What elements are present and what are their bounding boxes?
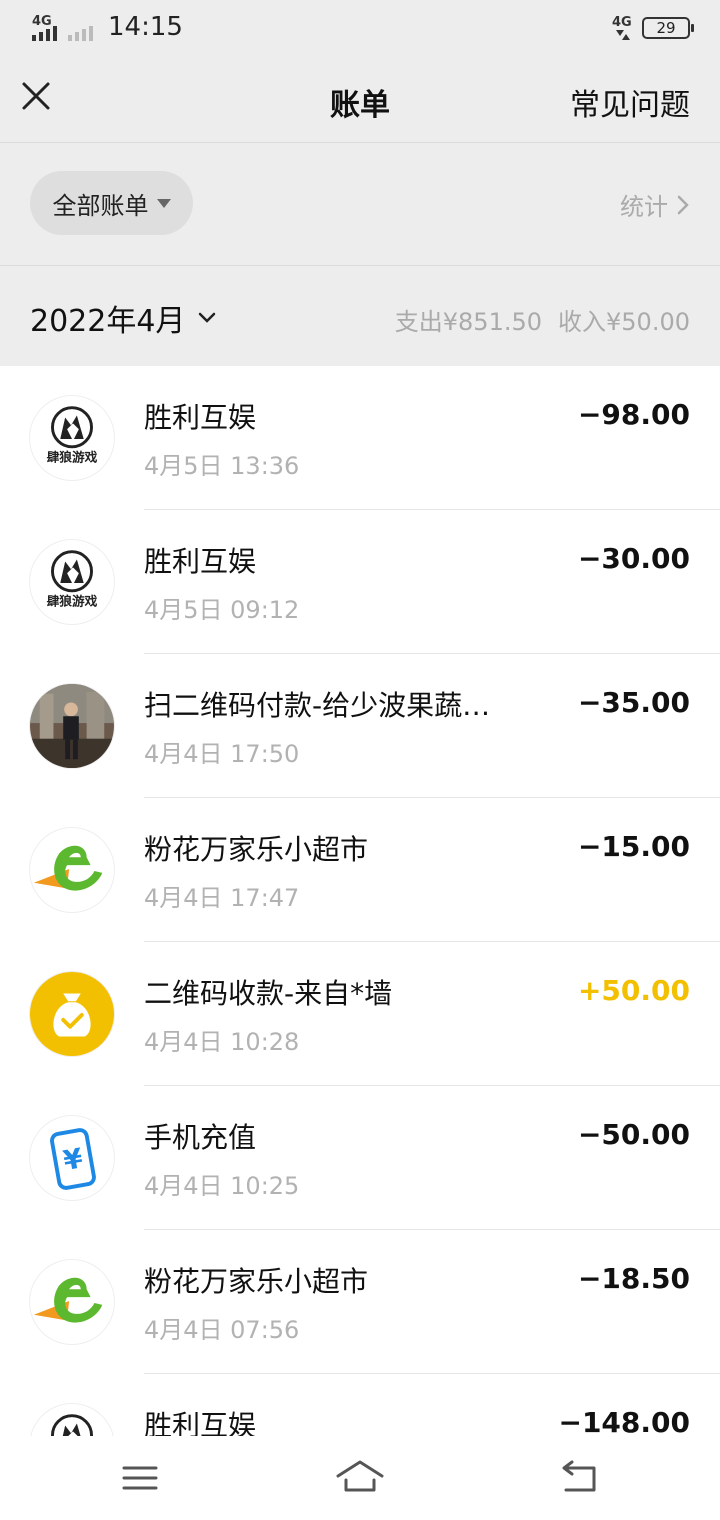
status-time: 14:15 (108, 12, 183, 42)
back-icon (562, 1460, 596, 1492)
transaction-amount: +50.00 (577, 974, 690, 1007)
transaction-amount: −98.00 (577, 398, 690, 431)
transaction-row[interactable]: 肆狼游戏 胜利互娱 −148.00 (0, 1374, 720, 1436)
bill-filter-dropdown[interactable]: 全部账单 (30, 171, 193, 235)
home-icon (336, 1460, 384, 1492)
menu-button[interactable] (116, 1456, 164, 1500)
transaction-time: 4月5日 09:12 (144, 596, 300, 624)
transaction-row[interactable]: ¥ 手机充值 4月4日 10:25 −50.00 (0, 1086, 720, 1230)
wolf-game-icon-text: 肆狼游戏 (47, 593, 98, 608)
transaction-amount: −50.00 (577, 1118, 690, 1151)
menu-icon (122, 1466, 158, 1490)
transaction-name: 胜利互娱 (144, 1409, 257, 1436)
title-bar: 账单 常见问题 (0, 56, 720, 143)
filter-label: 全部账单 (52, 191, 149, 220)
transaction-amount: −18.50 (577, 1262, 690, 1295)
caret-down-icon (156, 198, 171, 208)
transaction-name: 扫二维码付款-给少波果蔬… (144, 689, 491, 722)
transaction-time: 4月4日 17:47 (144, 884, 300, 912)
back-button[interactable] (556, 1456, 604, 1500)
month-label: 2022年4月 (30, 304, 186, 339)
transaction-row[interactable]: 粉花万家乐小超市 4月4日 17:47 −15.00 (0, 798, 720, 942)
transaction-name: 手机充值 (144, 1121, 257, 1154)
transaction-name: 二维码收款-来自*墙 (144, 977, 393, 1010)
transaction-row[interactable]: 二维码收款-来自*墙 4月4日 10:28 +50.00 (0, 942, 720, 1086)
expense-total: 支出¥851.50 (394, 308, 543, 336)
transaction-name: 粉花万家乐小超市 (144, 1265, 369, 1298)
transaction-time: 4月4日 10:25 (144, 1172, 300, 1200)
transaction-amount: −30.00 (577, 542, 690, 575)
signal-icon: 4G (32, 14, 93, 41)
transaction-row[interactable]: 肆狼游戏 胜利互娱 4月5日 09:12 −30.00 (0, 510, 720, 654)
chevron-down-icon (199, 312, 216, 323)
network-label-right: 4G (612, 15, 632, 30)
stats-link[interactable]: 统计 (620, 187, 690, 222)
transaction-name: 粉花万家乐小超市 (144, 833, 369, 866)
month-summary-bar: 2022年4月 支出¥851.50 收入¥50.00 (0, 266, 720, 366)
chevron-right-icon (677, 195, 689, 214)
wolf-game-icon: 肆狼游戏 (29, 539, 115, 625)
transaction-amount: −15.00 (577, 830, 690, 863)
transaction-time: 4月4日 10:28 (144, 1028, 300, 1056)
e-store-logo-icon (29, 827, 115, 913)
transaction-time: 4月4日 17:50 (144, 740, 300, 768)
transaction-amount: −35.00 (577, 686, 690, 719)
wolf-game-icon-text: 肆狼游戏 (47, 449, 98, 464)
network-4g-icon: 4G (612, 15, 632, 40)
user-photo-avatar (29, 683, 115, 769)
stats-label: 统计 (620, 193, 668, 221)
faq-link[interactable]: 常见问题 (570, 80, 690, 124)
month-summary: 支出¥851.50 收入¥50.00 (395, 302, 690, 337)
transaction-row[interactable]: 肆狼游戏 胜利互娱 4月5日 13:36 −98.00 (0, 366, 720, 510)
home-button[interactable] (336, 1456, 384, 1500)
wolf-game-icon: 肆狼游戏 (29, 1403, 115, 1436)
status-bar: 4G 14:15 4G 29 (0, 0, 720, 56)
battery-level: 29 (656, 19, 676, 37)
transaction-amount: −148.00 (558, 1406, 690, 1436)
system-nav-bar (0, 1436, 720, 1520)
income-total: 收入¥50.00 (558, 308, 690, 336)
money-bag-icon (29, 971, 115, 1057)
transaction-name: 胜利互娱 (144, 545, 257, 578)
transaction-time: 4月5日 13:36 (144, 452, 300, 480)
svg-text:¥: ¥ (61, 1143, 85, 1177)
transaction-time: 4月4日 07:56 (144, 1316, 300, 1344)
battery-icon: 29 (642, 17, 694, 39)
transaction-row[interactable]: 扫二维码付款-给少波果蔬… 4月4日 17:50 −35.00 (0, 654, 720, 798)
e-store-logo-icon (29, 1259, 115, 1345)
filter-bar: 全部账单 统计 (0, 143, 720, 266)
wolf-game-icon: 肆狼游戏 (29, 395, 115, 481)
transaction-list: 肆狼游戏 胜利互娱 4月5日 13:36 −98.00 肆狼游戏 胜利互娱 4月5日 09:… (0, 366, 720, 1436)
transaction-name: 胜利互娱 (144, 401, 257, 434)
network-label-left: 4G (32, 14, 52, 29)
month-selector[interactable]: 2022年4月 (30, 296, 217, 340)
phone-recharge-icon: ¥ (29, 1115, 115, 1201)
transaction-row[interactable]: 粉花万家乐小超市 4月4日 07:56 −18.50 (0, 1230, 720, 1374)
